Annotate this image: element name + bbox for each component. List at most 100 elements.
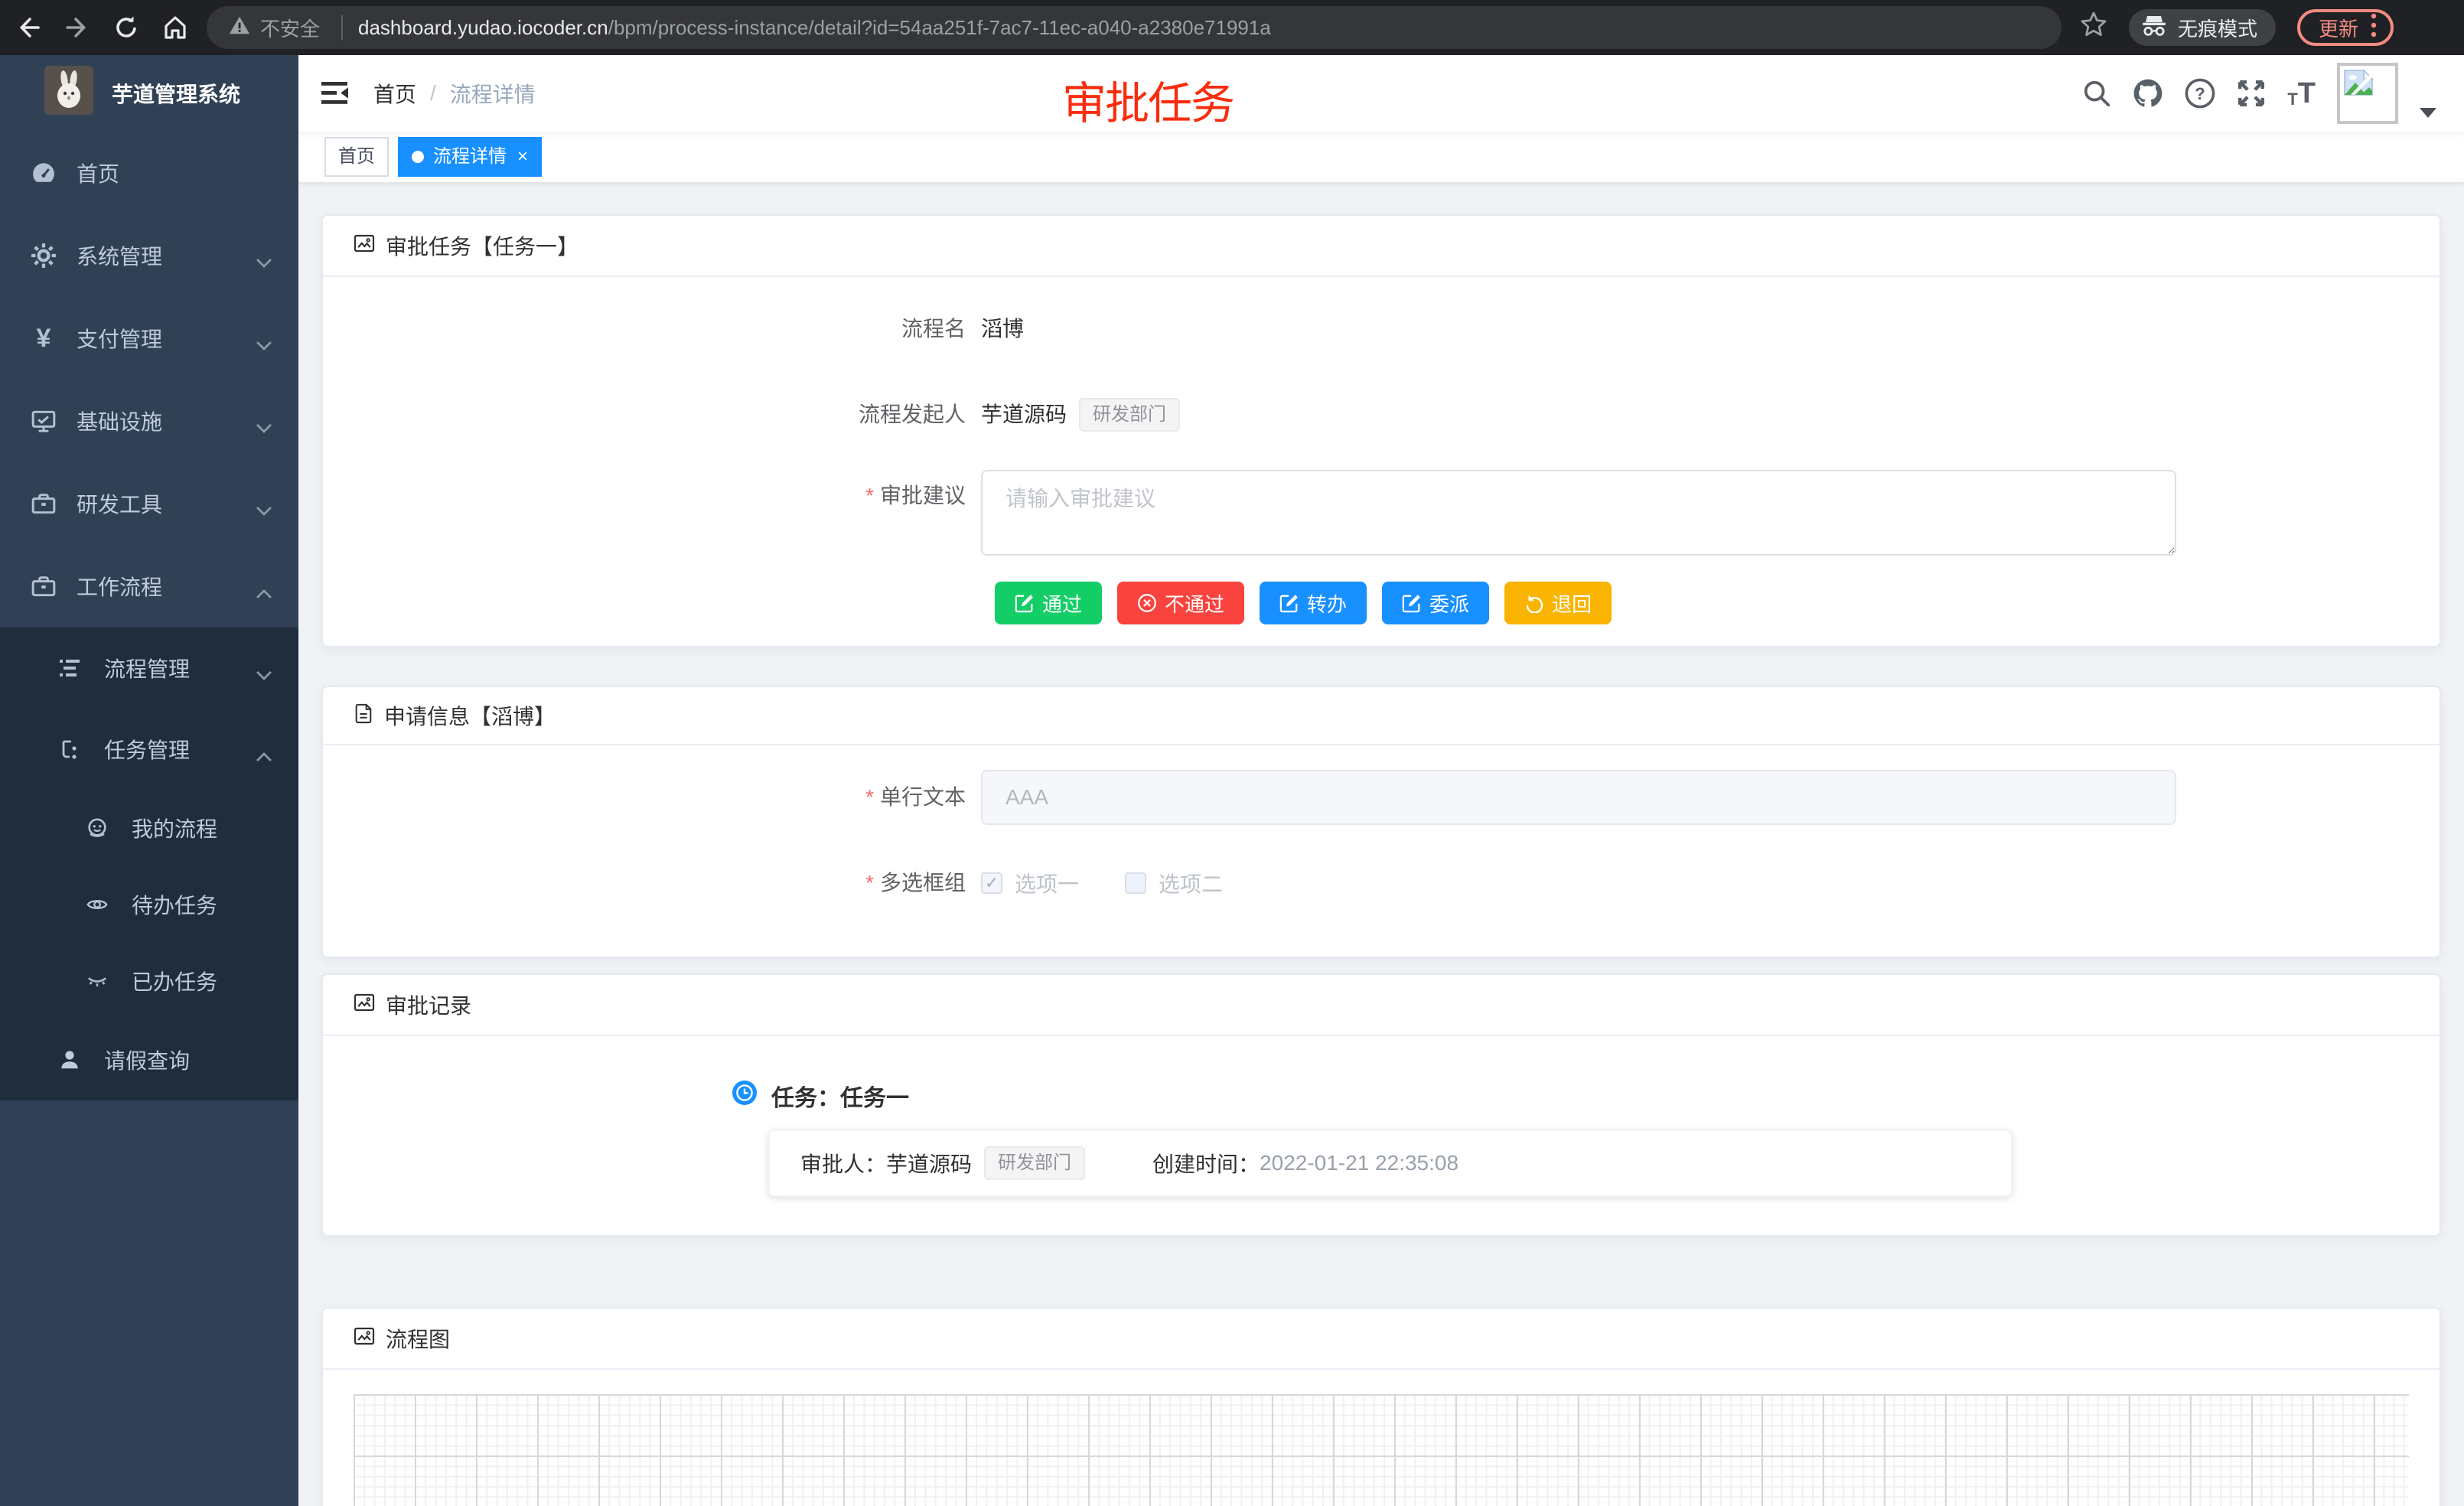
card-title: 审批任务【任务一】 [386,230,579,261]
update-label[interactable]: 更新 [2319,14,2358,42]
sidebar-collapse-icon[interactable] [298,80,372,106]
reject-button[interactable]: 不通过 [1117,582,1244,624]
avatar[interactable] [2337,63,2398,124]
form-row-initiator: 流程发起人 芋道源码研发部门 [354,393,2409,436]
breadcrumb-home[interactable]: 首页 [373,78,416,109]
card-title: 审批记录 [386,989,471,1020]
sidebar-item-process-mgmt[interactable]: 流程管理 [0,628,298,709]
form-row-opinion: *审批建议 [354,470,2409,556]
field-label: 流程名 [354,308,981,350]
pass-button[interactable]: 通过 [995,582,1102,624]
font-size-icon[interactable]: TT [2287,79,2316,108]
breadcrumb-current: 流程详情 [450,78,536,109]
chevron-down-icon [256,497,272,522]
card-header: 审批任务【任务一】 [323,216,2440,277]
approver-label: 审批人： [800,1148,886,1178]
sidebar-item-system[interactable]: 系统管理 [0,214,298,297]
chevron-down-icon [256,332,272,357]
transfer-button[interactable]: 转办 [1260,582,1367,624]
browser-update-button[interactable]: 更新 [2297,9,2394,46]
bookmark-star-icon[interactable] [2080,11,2107,44]
single-line-input[interactable] [981,770,2176,825]
approve-task-card: 审批任务【任务一】 流程名 滔博 流程发起人 芋道源码研发部门 *审批建议 [321,214,2441,647]
initiator-value: 芋道源码研发部门 [981,393,1180,436]
sidebar-item-task-mgmt[interactable]: 任务管理 [0,709,298,790]
annotation-text: 审批任务 [1062,67,1234,132]
checkbox-option1[interactable]: ✓ [981,872,1002,894]
card-header: 流程图 [323,1309,2440,1370]
help-icon[interactable]: ? [2185,78,2215,109]
browser-menu-icon[interactable] [2371,13,2377,43]
sidebar-item-home[interactable]: 首页 [0,132,298,214]
sidebar-item-devtools[interactable]: 研发工具 [0,462,298,545]
list-icon [58,657,81,680]
tag-process-detail[interactable]: 流程详情 × [398,137,542,177]
form-row-checkboxes: *多选框组 ✓ 选项一 选项二 [354,856,2409,911]
sidebar-item-todo-tasks[interactable]: 待办任务 [0,866,298,943]
sidebar-item-label: 任务管理 [104,734,190,764]
form-row-text: *单行文本 [354,770,2409,825]
process-name-value: 滔博 [981,308,1024,350]
sidebar-item-payment[interactable]: ¥ 支付管理 [0,297,298,380]
tag-home[interactable]: 首页 [324,137,389,177]
card-body [323,1394,2440,1506]
sidebar-item-label: 流程管理 [104,653,190,683]
sidebar-item-done-tasks[interactable]: 已办任务 [0,943,298,1019]
workflow-submenu: 流程管理 任务管理 我的流程 待办任务 已办任务 请假 [0,628,298,1100]
clock-icon [732,1080,758,1112]
checkbox-label: 选项一 [1015,868,1079,898]
sidebar-item-leave-query[interactable]: 请假查询 [0,1019,298,1100]
chevron-down-icon [256,249,272,274]
picture-icon [354,233,375,259]
approver-value: 芋道源码 [886,1148,972,1178]
back-icon[interactable] [15,15,41,41]
card-title: 申请信息【滔博】 [384,700,556,731]
tags-view: 首页 流程详情 × [298,132,2464,184]
reload-icon[interactable] [113,15,139,41]
security-label[interactable]: 不安全 [260,14,320,42]
forward-icon[interactable] [64,15,90,41]
eye-closed-icon [86,970,109,993]
sidebar-item-infra[interactable]: 基础设施 [0,380,298,462]
svg-text:?: ? [2195,84,2205,103]
monitor-icon [31,408,57,434]
document-icon [354,702,373,729]
incognito-label: 无痕模式 [2178,14,2257,42]
field-label: *审批建议 [354,470,981,556]
sidebar-logo-row[interactable]: 芋道管理系统 [0,55,298,132]
sidebar-item-workflow[interactable]: 工作流程 [0,545,298,628]
yen-icon: ¥ [31,325,57,351]
app-title: 芋道管理系统 [112,78,240,109]
required-asterisk: * [865,871,874,895]
required-asterisk: * [865,785,874,809]
top-navbar: 首页 / 流程详情 ? TT [298,55,2464,132]
bpmn-canvas[interactable] [354,1394,2409,1506]
browser-chrome: 不安全 dashboard.yudao.iocoder.cn/bpm/proce… [0,0,2464,55]
sidebar-item-my-process[interactable]: 我的流程 [0,790,298,866]
sidebar-item-label: 已办任务 [132,966,217,996]
fullscreen-icon[interactable] [2237,79,2266,108]
github-icon[interactable] [2133,78,2163,109]
delegate-button[interactable]: 委派 [1382,582,1489,624]
card-header: 审批记录 [323,975,2440,1036]
url-text[interactable]: dashboard.yudao.iocoder.cn/bpm/process-i… [358,16,1271,40]
apply-info-card: 申请信息【滔博】 *单行文本 *多选框组 ✓ 选项一 选项二 [321,686,2441,958]
chevron-down-icon [256,662,272,686]
return-button[interactable]: 退回 [1504,582,1612,624]
user-icon [58,1048,81,1071]
tag-close-icon[interactable]: × [517,139,528,175]
checkbox-label: 选项二 [1159,868,1223,898]
dept-tag: 研发部门 [984,1146,1085,1180]
home-icon[interactable] [162,15,188,41]
sidebar-item-label: 研发工具 [77,488,162,519]
gear-icon [31,243,57,269]
sidebar-item-label: 支付管理 [77,323,162,354]
chevron-up-icon [256,743,272,768]
caret-down-icon[interactable] [2420,96,2436,125]
main-content: 审批任务【任务一】 流程名 滔博 流程发起人 芋道源码研发部门 *审批建议 [298,184,2464,1506]
opinion-textarea[interactable] [981,470,2176,556]
url-bar[interactable]: 不安全 dashboard.yudao.iocoder.cn/bpm/proce… [207,6,2061,49]
process-diagram-card: 流程图 [321,1307,2441,1506]
checkbox-option2[interactable] [1125,872,1146,894]
search-icon[interactable] [2082,79,2111,108]
